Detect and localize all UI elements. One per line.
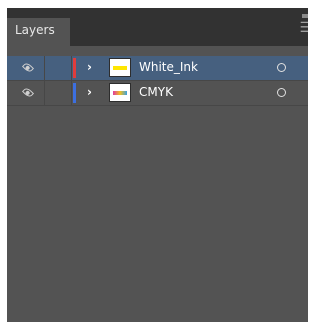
layer-color-bar bbox=[73, 83, 76, 103]
layer-name[interactable]: CMYK bbox=[139, 85, 173, 99]
layer-thumbnail bbox=[109, 58, 131, 77]
lock-toggle[interactable] bbox=[45, 81, 72, 105]
thumbnail-artwork bbox=[113, 66, 127, 70]
collapse-panel-icon[interactable] bbox=[302, 14, 308, 18]
tab-layers[interactable]: Layers bbox=[7, 18, 70, 46]
panel-tab-bar: Layers ☰ bbox=[7, 8, 308, 46]
lock-toggle[interactable] bbox=[45, 56, 72, 80]
layers-panel: Layers ☰ › White_Ink › CMYK bbox=[7, 8, 308, 322]
layer-row-cmyk[interactable]: › CMYK bbox=[7, 81, 308, 106]
thumbnail-artwork bbox=[113, 91, 127, 95]
layer-name[interactable]: White_Ink bbox=[139, 60, 198, 74]
layer-row-white-ink[interactable]: › White_Ink bbox=[7, 56, 308, 81]
eye-icon bbox=[21, 61, 35, 74]
layer-thumbnail bbox=[109, 83, 131, 102]
target-circle-icon[interactable] bbox=[277, 63, 286, 72]
target-circle-icon[interactable] bbox=[277, 88, 286, 97]
chevron-right-icon[interactable]: › bbox=[87, 85, 92, 99]
layer-color-bar bbox=[73, 58, 76, 78]
panel-menu-icon[interactable]: ☰ bbox=[299, 20, 308, 36]
layers-list: › White_Ink › CMYK bbox=[7, 56, 308, 106]
visibility-toggle[interactable] bbox=[7, 81, 45, 105]
visibility-toggle[interactable] bbox=[7, 56, 45, 80]
chevron-right-icon[interactable]: › bbox=[87, 60, 92, 74]
eye-icon bbox=[21, 86, 35, 99]
